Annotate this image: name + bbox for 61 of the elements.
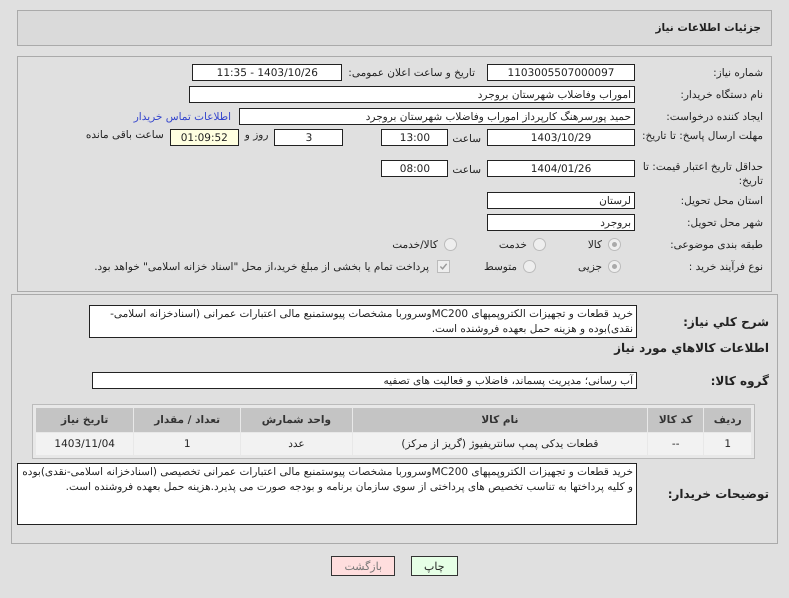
days-field: 3 — [274, 129, 344, 146]
reply-time-field: 13:00 — [381, 129, 448, 146]
need-number-field: 1103005507000097 — [487, 64, 635, 81]
field-label: شهر محل تحویل: — [686, 216, 764, 228]
radio-label: جزیی — [578, 260, 602, 272]
field-label: ساعت — [452, 132, 481, 147]
table-cell: 1 — [704, 433, 751, 455]
field-label: شرح کلي نیاز: — [682, 314, 770, 328]
radio-label: کالا/خدمت — [392, 238, 438, 250]
radio-button[interactable] — [608, 260, 621, 273]
validity-date-field: 1404/01/26 — [487, 160, 635, 177]
table-cell: -- — [648, 433, 704, 455]
field-label: روز و — [244, 129, 268, 141]
field-label: حداقل تاریخ اعتبار قیمت: تا تاریخ: — [642, 160, 764, 188]
creator-field: حمید پورسرهنگ کارپرداز اموراب وفاضلاب شهرستان بروجرد — [239, 108, 635, 125]
validity-time-field: 08:00 — [381, 160, 448, 177]
print-button[interactable]: چاپ — [411, 556, 458, 576]
section-title: اطلاعات کالاهاي مورد نیاز — [612, 341, 770, 355]
radio-label: متوسط — [484, 260, 518, 272]
field-label: مهلت ارسال پاسخ: تا تاریخ: — [640, 129, 764, 143]
buyer-contact-link[interactable]: اطلاعات تماس خریدار — [134, 110, 231, 122]
buyer-notes-field: خرید قطعات و تجهیزات الکتروپمپهای MC200وسروربا مشخصات پیوستمنبع مالی اعتبارات عمرانی تخصیصی (اسنادخزانه اسلامی-نقدی)بوده و کلیه پرداختها به تناسب تخصیص های پرداختی از سوی سازمان برنامه و بودجه صورت می پذیرد.هزینه حمل بعهده فروشنده است. — [17, 463, 637, 525]
field-label: ساعت باقی مانده — [86, 129, 164, 141]
city-field: بروجرد — [487, 214, 635, 231]
column-header: نام کالا — [352, 408, 647, 432]
field-label: شماره نیاز: — [712, 66, 764, 78]
radio-label: کالا — [588, 238, 602, 250]
checkbox-label: پرداخت تمام یا بخشی از مبلغ خرید،از محل "اسناد خزانه اسلامی" خواهد بود. — [94, 260, 430, 272]
checkbox[interactable] — [437, 260, 450, 273]
field-label: توضیحات خریدار: — [666, 487, 770, 501]
radio-button[interactable] — [444, 238, 457, 251]
column-header: واحد شمارش — [240, 408, 352, 432]
field-label: گروه کالا: — [710, 374, 770, 388]
field-label: ایجاد کننده درخواست: — [665, 110, 764, 122]
radio-button[interactable] — [608, 238, 621, 251]
column-header: تعداد / مقدار — [134, 408, 240, 432]
table-cell: عدد — [240, 433, 352, 455]
radio-label: خدمت — [498, 238, 527, 250]
column-header: ردیف — [704, 408, 751, 432]
field-label: ساعت — [452, 163, 481, 178]
radio-button[interactable] — [523, 260, 536, 273]
table-cell: قطعات یدکی پمپ سانتریفیوژ (گریز از مرکز) — [352, 433, 647, 455]
announce-date-field: 1403/10/26 - 11:35 — [192, 64, 342, 81]
description-field: خرید قطعات و تجهیزات الکتروپمپهای MC200وسروربا مشخصات پیوستمنبع مالی اعتبارات عمرانی (اسنادخزانه اسلامی-نقدی)بوده و هزینه حمل بعهده فروشنده است. — [89, 305, 637, 338]
page-title: جزئیات اطلاعات نیاز — [656, 22, 761, 34]
province-field: لرستان — [487, 192, 635, 209]
remaining-time-field: 01:09:52 — [170, 129, 239, 146]
column-header: کد کالا — [648, 408, 704, 432]
buyer-org-field: اموراب وفاضلاب شهرستان بروجرد — [189, 86, 635, 103]
field-label: تاریخ و ساعت اعلان عمومی: — [348, 66, 475, 78]
table-cell: 1403/11/04 — [36, 433, 134, 455]
field-label: طبقه بندی موضوعی: — [669, 238, 764, 250]
table-cell: 1 — [134, 433, 240, 455]
field-label: استان محل تحویل: — [680, 194, 764, 206]
goods-group-field: آب رسانی؛ مدیریت پسماند، فاضلاب و فعالیت های تصفیه — [92, 372, 637, 389]
field-label: نام دستگاه خریدار: — [679, 88, 764, 100]
field-label: نوع فرآیند خرید : — [688, 260, 764, 272]
reply-date-field: 1403/10/29 — [487, 129, 635, 146]
back-button[interactable]: بازگشت — [331, 556, 396, 576]
column-header: تاریخ نیاز — [36, 408, 134, 432]
radio-button[interactable] — [532, 238, 546, 251]
